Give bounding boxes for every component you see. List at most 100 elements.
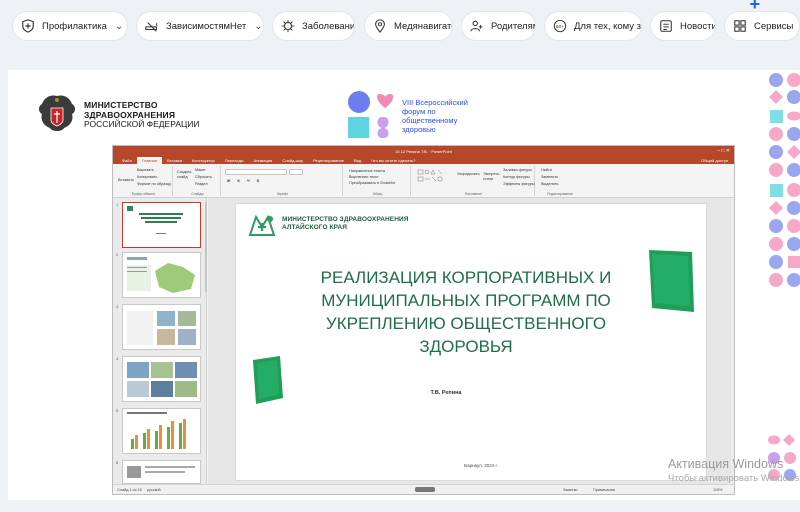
select-button[interactable]: Выделить	[541, 182, 559, 186]
editing-group-label: Редактирование	[547, 192, 573, 196]
thumb-4-preview	[127, 362, 197, 397]
ministry-line3: РОССИЙСКОЙ ФЕДЕРАЦИИ	[84, 119, 200, 129]
clipboard-group-label: Буфер обмена	[131, 192, 156, 196]
slide-title-line3: УКРЕПЛЕНИЮ ОБЩЕСТВЕННОГО	[325, 314, 607, 333]
powerpoint-window: 15.12 Репина Т.В. · PowerPoint – □ ✕ Фай…	[112, 145, 735, 495]
chevron-down-icon: ⌄	[114, 20, 124, 32]
copy-button[interactable]: Копировать	[137, 175, 157, 179]
thumb-number: 2	[116, 252, 119, 257]
nav-item-seniors[interactable]: 60+ Для тех, кому за...	[544, 11, 642, 41]
notes-button[interactable]: Заметки	[563, 488, 578, 492]
shapes-gallery[interactable]	[417, 169, 455, 187]
tab-insert[interactable]: Вставка	[162, 157, 187, 164]
slide-thumbnail-6[interactable]	[122, 460, 201, 484]
editing-group: Найти Заменить Выделить Редактирование	[537, 166, 583, 196]
paste-button[interactable]: Вставить	[118, 178, 134, 182]
drawing-group-label: Рисование	[464, 192, 483, 196]
font-name-field[interactable]	[225, 169, 287, 175]
nav-item-diseases[interactable]: Заболевания	[272, 11, 355, 41]
slide-thumbnail-2[interactable]	[122, 252, 201, 298]
tab-file[interactable]: Файл	[117, 157, 137, 164]
windows-activation-watermark: Активация Windows	[668, 457, 784, 471]
font-size-field[interactable]	[289, 169, 303, 175]
tab-home[interactable]: Главная	[136, 157, 163, 164]
thumb-3-preview	[127, 311, 196, 345]
nav-item-services[interactable]: Сервисы	[724, 11, 800, 41]
shape-outline-button[interactable]: Контур фигуры	[503, 175, 530, 179]
thumb-5-preview	[127, 412, 186, 449]
tab-transitions[interactable]: Переходы	[220, 157, 249, 164]
font-style-buttons[interactable]: Ж К Ч S	[227, 179, 262, 183]
slide-thumbnail-3[interactable]	[122, 304, 201, 350]
cut-button[interactable]: Вырезать	[137, 168, 154, 172]
comments-button[interactable]: Примечания	[593, 488, 615, 492]
forum-line1: VIII Всероссийский	[402, 98, 468, 107]
slide-thumbnail-4[interactable]	[122, 356, 201, 402]
slide-thumbnail-5[interactable]	[122, 408, 201, 454]
slide-title-line1: РЕАЛИЗАЦИЯ КОРПОРАТИВНЫХ И	[320, 268, 612, 287]
align-text-button[interactable]: Выровнять текст	[349, 175, 379, 179]
thumb-number: 1	[116, 202, 119, 207]
forum-line2: форум по	[402, 107, 436, 116]
current-slide[interactable]: МИНИСТЕРСТВО ЗДРАВООХРАНЕНИЯ АЛТАЙСКОГО …	[236, 204, 706, 480]
thumb-6-preview	[127, 466, 195, 478]
slide-title-line4: ЗДОРОВЬЯ	[419, 337, 513, 356]
smartart-button[interactable]: Преобразовать в SmartArt	[349, 181, 395, 185]
ribbon-tabs: Файл Главная Вставка Конструктор Переход…	[113, 156, 734, 164]
text-direction-button[interactable]: Направление текста	[349, 169, 385, 173]
thumbnails-scrollbar[interactable]	[205, 202, 207, 292]
slide-footer: Барнаул, 2024 г.	[464, 463, 498, 468]
status-progress-indicator	[415, 487, 435, 492]
plus-icon[interactable]: +	[749, 0, 760, 15]
language-indicator[interactable]: русский	[147, 488, 161, 492]
slide-scrollbar[interactable]	[731, 198, 734, 486]
shape-fill-button[interactable]: Заливка фигуры	[503, 168, 532, 172]
section-button[interactable]: Раздел	[195, 182, 208, 186]
nav-item-prevention[interactable]: Профилактика ⌄	[12, 11, 128, 41]
slide-author: Т.В. Репина	[430, 390, 462, 396]
nav-item-med-navigator[interactable]: Медянавигатор	[364, 11, 453, 41]
arrange-button[interactable]: Упорядочить	[457, 172, 480, 176]
nav-item-label: Для тех, кому за...	[574, 20, 642, 32]
nav-item-news[interactable]: Новости	[650, 11, 716, 41]
share-button[interactable]: Общий доступ	[696, 157, 734, 164]
shield-icon	[22, 19, 34, 33]
windows-activation-subtext: Чтобы активировать Windows	[668, 473, 800, 484]
tell-me-search[interactable]: Что вы хотите сделать?	[366, 157, 420, 164]
shape-effects-button[interactable]: Эффекты фигуры	[503, 182, 535, 186]
replace-button[interactable]: Заменить	[541, 175, 558, 179]
nav-item-label: Новости	[680, 20, 716, 32]
location-pin-icon	[375, 19, 385, 33]
thumb-number: 5	[116, 408, 119, 413]
tab-slideshow[interactable]: Слайд-шоу	[277, 157, 308, 164]
quick-styles-button[interactable]: Экспресс-стили	[483, 172, 501, 181]
tab-design[interactable]: Конструктор	[187, 157, 220, 164]
services-icon	[734, 20, 746, 32]
slide-ministry-line2: АЛТАЙСКОГО КРАЯ	[282, 224, 348, 231]
ministry-emblem-logo	[39, 95, 75, 131]
nav-item-parents[interactable]: Родителям	[461, 11, 536, 41]
green-glass-square-left	[253, 356, 283, 404]
tab-animation[interactable]: Анимация	[249, 157, 278, 164]
slides-group-label: Слайды	[191, 192, 204, 196]
new-slide-button[interactable]: Создать слайд	[177, 170, 191, 179]
nav-item-label: Профилактика	[42, 20, 107, 32]
find-button[interactable]: Найти	[541, 168, 552, 172]
drawing-group: Упорядочить Экспресс-стили Заливка фигур…	[413, 166, 535, 196]
zoom-level[interactable]: 119%	[713, 488, 722, 492]
slide-thumbnail-1[interactable]	[122, 202, 201, 248]
forum-line4: здоровью	[402, 125, 436, 134]
tab-review[interactable]: Рецензирование	[308, 157, 349, 164]
tab-view[interactable]: Вид	[349, 157, 366, 164]
window-controls[interactable]: – □ ✕	[717, 148, 730, 154]
forum-logo	[348, 91, 394, 138]
reset-button[interactable]: Сбросить	[195, 175, 212, 179]
green-glass-square-right	[649, 250, 694, 312]
format-painter-button[interactable]: Формат по образцу	[137, 182, 171, 186]
nav-item-addictions[interactable]: ЗависимостямНет ⌄	[136, 11, 264, 41]
font-group-label: Шрифт	[276, 192, 289, 196]
layout-button[interactable]: Макет	[195, 168, 206, 172]
ministry-line1: МИНИСТЕРСТВО	[84, 100, 158, 110]
no-smoking-icon	[145, 22, 158, 32]
ppt-window-title: 15.12 Репина Т.В. · PowerPoint	[395, 148, 452, 154]
